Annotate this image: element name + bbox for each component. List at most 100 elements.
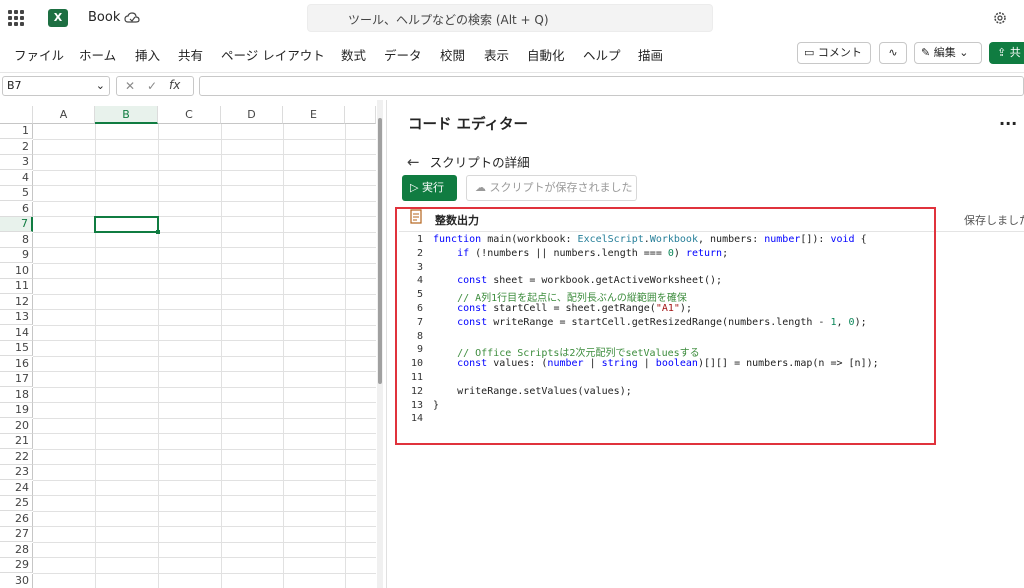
play-icon: ▷ xyxy=(410,181,419,194)
grid-line xyxy=(33,231,376,233)
name-box[interactable]: B7 ⌄ xyxy=(2,76,110,96)
comment-icon: ▭ xyxy=(804,46,815,59)
active-cell-b7[interactable] xyxy=(94,216,159,233)
row-header[interactable]: 29 xyxy=(0,558,33,573)
row-header[interactable]: 1 xyxy=(0,124,33,139)
grid-line xyxy=(33,247,376,248)
row-header[interactable]: 23 xyxy=(0,465,33,480)
column-header-selected[interactable]: B xyxy=(95,106,158,124)
grid-line xyxy=(33,293,376,295)
select-all-corner[interactable] xyxy=(0,106,33,124)
tab-view[interactable]: 表示 xyxy=(484,45,509,64)
column-header[interactable]: E xyxy=(283,106,345,124)
grid-line xyxy=(33,262,376,264)
confirm-icon[interactable]: ✓ xyxy=(147,79,157,93)
saved-label: スクリプトが保存されました xyxy=(489,181,633,194)
row-header[interactable]: 30 xyxy=(0,573,33,588)
column-header[interactable]: A xyxy=(33,106,95,124)
chevron-down-icon: ⌄ xyxy=(959,46,969,59)
row-header[interactable]: 9 xyxy=(0,248,33,263)
run-button[interactable]: ▷ 実行 xyxy=(402,175,457,201)
edit-mode-button[interactable]: ✎ 編集 ⌄ xyxy=(914,42,982,64)
row-header[interactable]: 10 xyxy=(0,263,33,279)
tab-share[interactable]: 共有 xyxy=(178,45,203,64)
tab-data[interactable]: データ xyxy=(384,45,422,64)
gear-icon[interactable] xyxy=(992,10,1008,26)
grid-line xyxy=(33,464,376,465)
grid-line xyxy=(33,154,376,155)
insert-function-icon[interactable]: fx xyxy=(169,78,180,92)
row-header[interactable]: 16 xyxy=(0,356,33,372)
row-header[interactable]: 8 xyxy=(0,232,33,248)
row-header[interactable]: 13 xyxy=(0,310,33,325)
row-header[interactable]: 11 xyxy=(0,279,33,294)
grid-line xyxy=(33,572,376,574)
pulse-icon: ∿ xyxy=(888,46,898,59)
column-header[interactable]: D xyxy=(221,106,283,124)
column-header[interactable]: C xyxy=(158,106,221,124)
tab-insert[interactable]: 挿入 xyxy=(135,45,160,64)
tab-formulas[interactable]: 数式 xyxy=(341,45,366,64)
grid-line xyxy=(33,185,376,186)
more-options-icon[interactable]: ... xyxy=(999,110,1017,129)
comment-button[interactable]: ▭ コメント xyxy=(797,42,871,64)
grid-line xyxy=(33,495,376,496)
row-header[interactable]: 20 xyxy=(0,418,33,434)
fill-handle[interactable] xyxy=(156,230,160,234)
grid-line xyxy=(33,340,376,341)
row-header[interactable]: 15 xyxy=(0,341,33,356)
row-header[interactable]: 5 xyxy=(0,186,33,201)
pane-title: コード エディター xyxy=(408,117,529,133)
grid-line xyxy=(33,386,376,388)
tab-page-layout[interactable]: ページ レイアウト xyxy=(221,45,325,64)
tab-review[interactable]: 校閲 xyxy=(440,45,465,64)
workbook-title[interactable]: Book xyxy=(88,10,120,25)
row-header[interactable]: 12 xyxy=(0,294,33,310)
row-header[interactable]: 2 xyxy=(0,139,33,155)
tab-automate[interactable]: 自動化 xyxy=(527,45,565,64)
grid-line xyxy=(33,448,376,450)
row-header[interactable]: 22 xyxy=(0,449,33,465)
formula-input[interactable] xyxy=(199,76,1024,96)
tab-file[interactable]: ファイル xyxy=(14,45,64,64)
scrollbar-thumb[interactable] xyxy=(378,118,382,384)
search-box[interactable]: ツール、ヘルプなどの検索 (Alt + Q) xyxy=(307,4,713,32)
cloud-check-icon: ☁ xyxy=(475,181,486,194)
row-header[interactable]: 27 xyxy=(0,527,33,542)
row-header[interactable]: 26 xyxy=(0,511,33,527)
row-header[interactable]: 24 xyxy=(0,480,33,496)
row-header[interactable]: 14 xyxy=(0,325,33,341)
column-header-partial[interactable] xyxy=(345,106,376,124)
row-header[interactable]: 25 xyxy=(0,496,33,511)
app-launcher-icon[interactable] xyxy=(8,10,24,26)
pencil-icon: ✎ xyxy=(921,46,931,59)
tab-help[interactable]: ヘルプ xyxy=(583,45,621,64)
share-icon: ⇪ xyxy=(997,46,1007,59)
row-header[interactable]: 3 xyxy=(0,155,33,170)
arrow-left-icon: ← xyxy=(407,153,420,171)
row-header[interactable]: 21 xyxy=(0,434,33,449)
comment-label: コメント xyxy=(817,46,862,59)
activity-button[interactable]: ∿ xyxy=(879,42,907,64)
row-header[interactable]: 4 xyxy=(0,170,33,186)
row-header[interactable]: 19 xyxy=(0,403,33,418)
row-header[interactable]: 28 xyxy=(0,542,33,558)
name-box-value: B7 xyxy=(7,79,22,92)
share-button[interactable]: ⇪ 共 xyxy=(989,42,1024,64)
grid-line xyxy=(33,433,376,434)
cancel-icon[interactable]: ✕ xyxy=(125,79,135,93)
save-status: 保存しました xyxy=(964,214,1024,227)
spreadsheet-grid[interactable]: A B C D E 1 2 3 4 5 6 7 8 9 10 11 12 13 14 15 16 17 18 19 2… xyxy=(0,106,376,588)
row-header-selected[interactable]: 7 xyxy=(0,217,33,232)
chevron-down-icon: ⌄ xyxy=(95,79,105,92)
tab-draw[interactable]: 描画 xyxy=(638,45,663,64)
excel-logo-icon: X xyxy=(48,9,68,27)
grid-line xyxy=(33,200,376,202)
row-header[interactable]: 17 xyxy=(0,372,33,387)
tab-home[interactable]: ホーム xyxy=(79,45,116,64)
back-to-script-details[interactable]: ← スクリプトの詳細 xyxy=(407,152,530,171)
row-header[interactable]: 18 xyxy=(0,387,33,403)
formula-controls: ✕ ✓ fx xyxy=(116,76,194,96)
row-header[interactable]: 6 xyxy=(0,201,33,217)
grid-line xyxy=(33,216,376,217)
